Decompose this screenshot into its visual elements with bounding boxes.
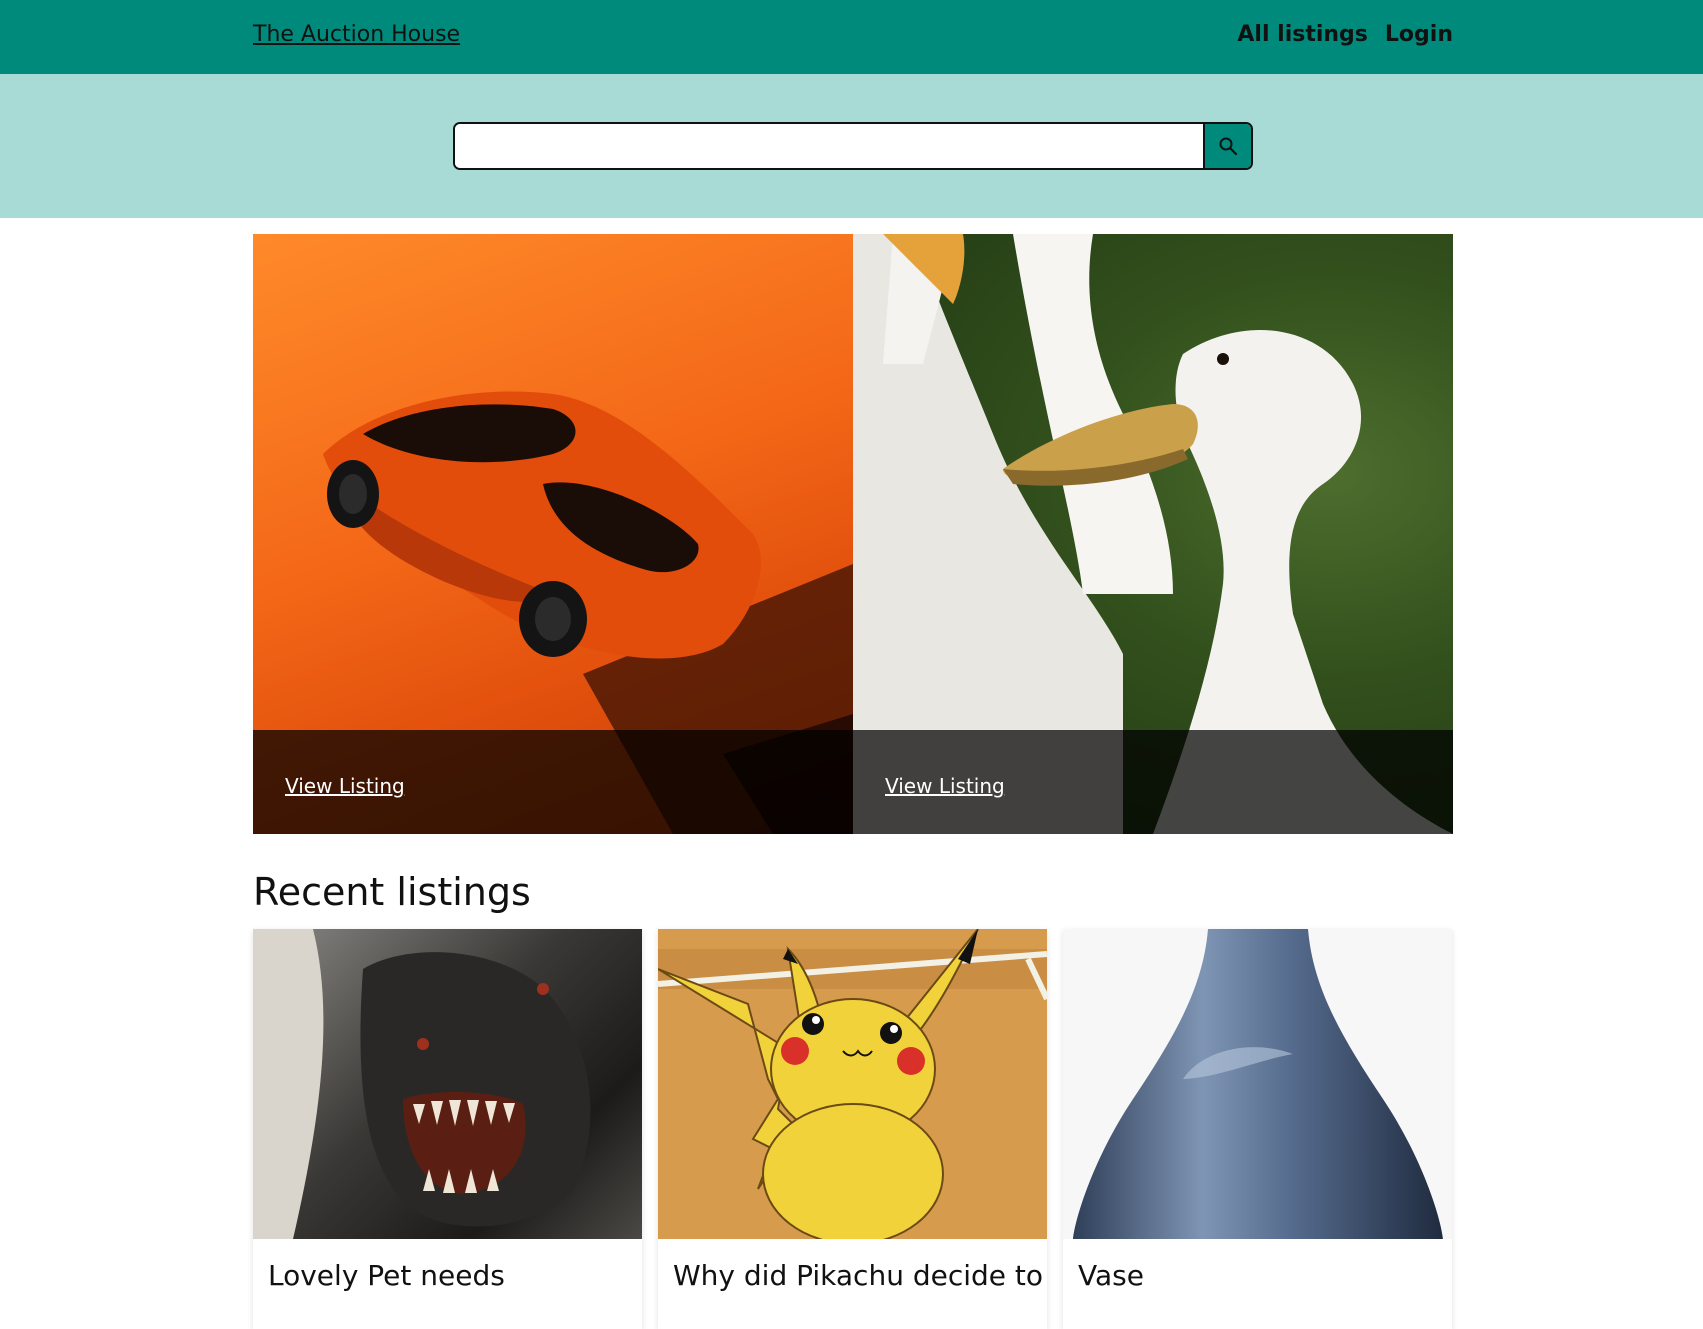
listing-card[interactable]: Vase [1063,929,1452,1329]
listing-title[interactable]: Why did Pikachu decide to [673,1259,1043,1292]
featured-listing-duck[interactable]: View Listing [853,234,1453,834]
recent-listings-grid: Lovely Pet needs Why did Pikachu decide … [253,929,1453,1329]
view-listing-link[interactable]: View Listing [285,774,405,798]
search-band [0,74,1703,218]
brand-link[interactable]: The Auction House [253,22,460,47]
listing-title[interactable]: Vase [1078,1259,1144,1292]
listing-card[interactable]: Why did Pikachu decide to [658,929,1047,1329]
search-icon [1219,137,1238,156]
main-nav: All listings Login [1237,22,1453,47]
vase-image [1063,929,1452,1239]
recent-listings-heading: Recent listings [253,870,531,914]
site-header: The Auction House All listings Login [0,0,1703,74]
featured-listings: View Listing View Listing [253,234,1453,834]
listing-card[interactable]: Lovely Pet needs [253,929,642,1329]
featured-listing-car[interactable]: View Listing [253,234,853,834]
dragon-image [253,929,642,1239]
pikachu-image [658,929,1047,1239]
nav-login[interactable]: Login [1385,22,1453,47]
search-button[interactable] [1203,124,1251,168]
listing-title[interactable]: Lovely Pet needs [268,1259,505,1292]
view-listing-link[interactable]: View Listing [885,774,1005,798]
search-form [453,122,1253,170]
nav-all-listings[interactable]: All listings [1237,22,1368,47]
search-input[interactable] [455,124,1203,168]
